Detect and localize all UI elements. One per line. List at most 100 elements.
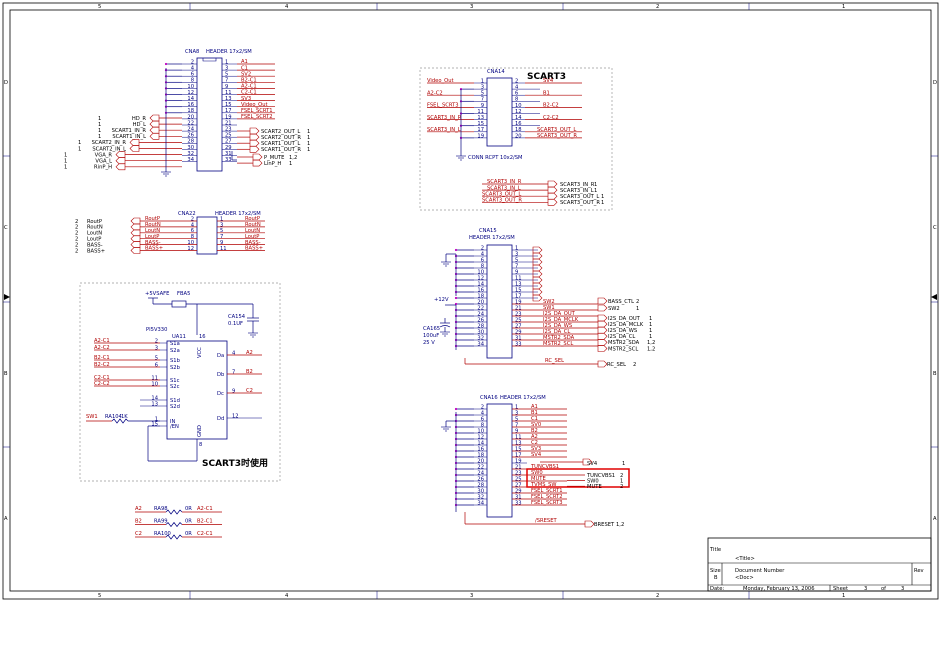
port-index: 1 — [98, 122, 101, 128]
net-label: SCART3_IN_R — [427, 115, 462, 121]
cna8-notch — [202, 58, 217, 62]
resistor-value: 0R — [185, 506, 192, 512]
switch-res-val: 1K — [121, 414, 128, 420]
left-zone-letter: A — [4, 516, 8, 522]
port-index: 1 — [78, 146, 81, 152]
sv4-port-label: SV4 — [587, 461, 598, 467]
pin-number: 15 — [151, 421, 158, 427]
rc-sel-port-label: RC_SEL — [607, 362, 626, 368]
resistor-symbol — [165, 509, 183, 515]
port-name: SCART2_IN_R — [92, 140, 127, 146]
cna8-body — [196, 57, 223, 172]
port-name: HD_L — [133, 122, 146, 128]
pin-name: Dd — [217, 416, 224, 422]
port-index: 1 — [636, 306, 639, 312]
size-label: Size — [710, 568, 721, 574]
pin-number: 13 — [477, 115, 484, 121]
pin-number: 21 — [225, 120, 232, 126]
net-label: SV3 — [241, 96, 251, 102]
net-label: Video_Out — [241, 102, 268, 108]
ground-icon — [161, 171, 171, 177]
port-index: 1 — [64, 165, 67, 171]
port-name: SCART2_OUT_L — [261, 129, 300, 135]
port-name: I2S_DA_WS — [608, 328, 637, 334]
offpage-connector — [252, 159, 263, 167]
pin-number: 16 — [515, 121, 522, 127]
port-name: LinP_H — [264, 161, 281, 167]
pin-number: 18 — [515, 127, 522, 133]
bottom-zone-numbers: 5 4 3 2 1 — [98, 593, 845, 599]
offpage-connector — [597, 314, 608, 322]
net-label: C2-C1 — [241, 90, 257, 96]
pin-number: 7 — [232, 369, 235, 375]
port-index: 1 — [64, 152, 67, 158]
net-label: C2-C2 — [94, 381, 110, 387]
pin-number: 27 — [225, 139, 232, 145]
pin-number: 12 — [187, 90, 194, 96]
pin-number: 12 — [515, 109, 522, 115]
port-name: MUTE — [587, 484, 602, 490]
net-label: FSEL_SCRT2 — [241, 114, 273, 120]
port-index: 1 — [78, 140, 81, 146]
pin-number: 9 — [225, 84, 228, 90]
header-cna22: CNA22 HEADER 17x2/SM 2 1RoutP RoutP4 3RoutN… — [75, 211, 265, 255]
net-label: BASS+ — [145, 246, 163, 252]
pin-name: S2a — [170, 348, 180, 354]
switch-gnd-pin: 8 — [199, 442, 202, 448]
pin-number: 34 — [187, 157, 194, 163]
pin-number: 11 — [477, 109, 484, 115]
pin-number: 3 — [481, 85, 484, 91]
offpage-connector — [597, 320, 608, 328]
pin-number: 24 — [187, 127, 194, 133]
sv4-port-index: 1 — [622, 461, 625, 467]
pin-number: 2 — [191, 59, 194, 65]
cna16-body — [486, 403, 513, 518]
offpage-connector — [149, 120, 160, 128]
title-label: Title — [709, 547, 721, 553]
pin-number: 26 — [187, 133, 194, 139]
port-name: SCART3_IN_L — [560, 188, 594, 194]
size-value: B — [714, 575, 718, 581]
pin-number: 5 — [155, 355, 158, 361]
pin-number: 4 — [515, 85, 519, 91]
offpage-connector — [130, 217, 141, 225]
net-label: B2-C1 — [241, 78, 257, 84]
cna16-pins: 2 1 A14 3 B16 5 C18 7 SV010 9 B212 11 A214 13 C216 15 SV… — [454, 404, 567, 506]
bottom-zone-number: 4 — [285, 593, 289, 599]
pin-number: 30 — [187, 145, 194, 151]
pin-number: 17 — [477, 127, 484, 133]
net-label: C2-C1 — [197, 531, 213, 537]
switch-ic-gnd: GND — [197, 425, 203, 437]
pin-number: 9 — [481, 103, 484, 109]
port-index: 1 — [601, 194, 604, 200]
pin-number: 33 — [225, 157, 232, 163]
port-index: 1 — [307, 141, 310, 147]
net-label: C2-C2 — [543, 115, 559, 121]
net-label: SCART3_IN_L — [487, 185, 521, 191]
cna15-ports: BASS_CTL 2 SW2 1 I2S_DA_OUT 1 I2S_DA_MCLK 1 I2S_… — [597, 297, 655, 352]
scart3-bus: SCART3_IN_R SCART3_IN_R 1SCART3_IN_L SCART3… — [482, 179, 604, 206]
docnum-label: Document Number — [735, 568, 785, 574]
ground-icon — [441, 421, 451, 432]
port-index: 1 — [98, 116, 101, 122]
pin-name: S2b — [170, 365, 181, 371]
cna15-rc-net: RC_SEL — [545, 358, 564, 364]
switch-cap-val: 0.1UF — [228, 321, 243, 327]
net-label: FSEL_SCRT1 — [241, 108, 273, 114]
rev-label: Rev — [914, 568, 924, 574]
pin-number: 9 — [232, 388, 235, 394]
pin-number: 14 — [187, 96, 194, 102]
offpage-connector — [547, 192, 558, 200]
frame-ticks — [3, 3, 938, 599]
junction-dot — [164, 62, 168, 66]
net-label: A2 — [135, 506, 142, 512]
net-label: SV2 — [241, 71, 251, 77]
pin-number: 14 — [515, 115, 522, 121]
side-zone-letters: D C B A D C B A — [4, 80, 937, 522]
header-cna16: CNA16 HEADER 17x2/SM 2 1 A14 3 B16 5 C18 7 SV010… — [441, 395, 630, 528]
pin-number: 1 — [225, 59, 228, 65]
net-label: SV4 — [543, 78, 554, 84]
pin-number: 6 — [515, 91, 518, 97]
port-name: I2S_DA_MCLK — [608, 322, 644, 328]
bottom-zone-number: 3 — [470, 593, 473, 599]
